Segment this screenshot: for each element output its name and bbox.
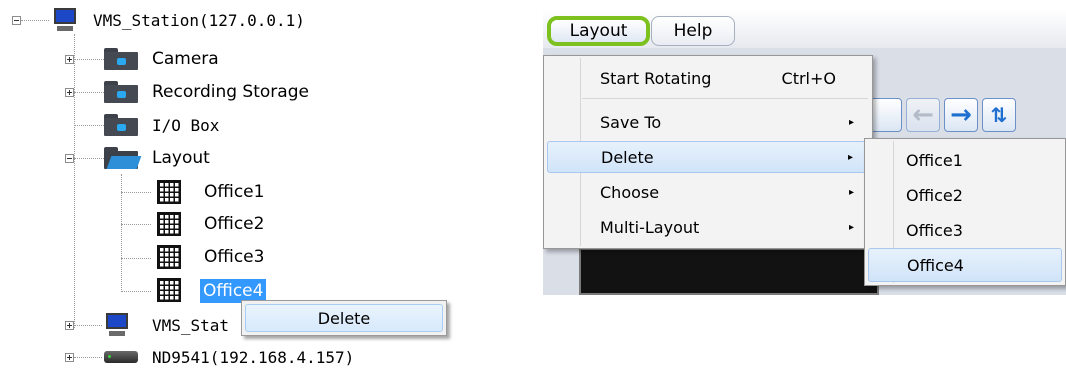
tree-node-label: ND9541(192.168.4.157) [152,347,355,367]
menu-item-label: Delete [601,147,654,167]
expand-icon[interactable] [65,55,74,64]
tree-connector [121,291,151,292]
submenu-item-label: Office4 [907,255,964,275]
collapse-icon[interactable] [65,154,74,163]
layout-grid-icon [157,278,181,302]
submenu-item-label: Office2 [906,185,963,205]
back-button[interactable]: ← [906,98,940,132]
camera-folder-icon [104,48,138,70]
collapse-icon[interactable] [12,16,21,25]
menu-item-multi-layout[interactable]: Multi-Layout ▸ [547,211,869,243]
submenu-item-office4[interactable]: Office4 [868,248,1062,282]
layout-toolbar-button[interactable] [868,98,902,132]
tree-node-label: I/O Box [152,115,220,135]
swap-button[interactable]: ⇅ [982,98,1016,132]
submenu-item-office3[interactable]: Office3 [868,213,1062,247]
tree-node-label: Camera [152,49,219,69]
tree-node-io-box[interactable]: I/O Box [152,110,219,140]
tree-connector [121,192,151,193]
tree-node-label: Office1 [204,182,265,202]
tree-context-menu: Delete [241,300,447,336]
tree-node-office3[interactable]: Office3 [204,242,264,272]
menu-separator [582,98,868,99]
tree-connector [74,357,102,358]
submenu-arrow-icon: ▸ [848,116,854,128]
tree-node-office2[interactable]: Office2 [204,209,264,239]
menu-layout[interactable]: Layout [547,16,650,46]
menu-item-save-to[interactable]: Save To ▸ [547,106,869,138]
menu-item-choose[interactable]: Choose ▸ [547,176,869,208]
tree-node-label: Office3 [204,247,265,267]
submenu-item-label: Office3 [906,220,963,240]
layout-grid-icon [157,180,181,204]
swap-icon: ⇅ [990,103,1008,127]
tree-connector [21,20,49,21]
storage-folder-icon [104,81,138,103]
tree-node-root[interactable]: VMS_Station(127.0.0.1) [93,5,305,35]
menu-item-start-rotating[interactable]: Start Rotating Ctrl+O [547,62,869,94]
menu-help-label: Help [673,21,713,41]
menu-item-label: Save To [600,112,662,132]
menu-bar: Layout Help [543,10,1066,48]
submenu-arrow-icon: ▸ [848,186,854,198]
nvr-device-icon [104,351,138,363]
menu-item-label: Start Rotating [600,68,712,88]
tree-node-nvr[interactable]: ND9541(192.168.4.157) [152,342,354,372]
monitor-icon [104,312,130,338]
layout-grid-icon [157,245,181,269]
submenu-arrow-icon: ▸ [848,221,854,233]
menu-layout-label: Layout [569,21,628,41]
submenu-item-office2[interactable]: Office2 [868,178,1062,212]
tree-connector [74,325,102,326]
submenu-item-office1[interactable]: Office1 [868,143,1062,177]
tree-node-label: Recording Storage [152,82,309,102]
open-folder-icon [104,147,142,169]
tree-node-station2[interactable]: VMS_Stat [152,310,229,340]
tree-node-label: Office2 [204,214,265,234]
expand-icon[interactable] [65,321,74,330]
tree-node-label: VMS_Station(127.0.0.1) [93,10,305,30]
monitor-icon [52,7,78,33]
tree-node-label: Layout [152,148,210,168]
tree-node-label: VMS_Stat [152,315,230,335]
forward-arrow-icon: → [950,100,972,130]
tree-node-layout[interactable]: Layout [152,143,210,173]
context-delete-item[interactable]: Delete [245,304,443,332]
expand-icon[interactable] [65,353,74,362]
back-arrow-icon: ← [912,100,934,130]
tree-connector [121,224,151,225]
tree-node-camera[interactable]: Camera [152,44,219,74]
tree-connector [121,258,151,259]
tree-node-office1[interactable]: Office1 [204,177,264,207]
video-viewer [579,248,879,295]
menu-item-delete[interactable]: Delete ▸ [547,141,869,173]
tree-connector [74,34,75,328]
io-box-folder-icon [104,114,138,136]
menu-item-label: Multi-Layout [600,217,700,237]
layout-grid-icon [157,212,181,236]
forward-button[interactable]: → [944,98,978,132]
delete-submenu: Office1 Office2 Office3 Office4 [864,138,1066,286]
menu-help[interactable]: Help [651,16,735,46]
expand-icon[interactable] [65,88,74,97]
tree-node-recording-storage[interactable]: Recording Storage [152,77,309,107]
submenu-arrow-icon: ▸ [847,151,853,163]
menu-item-label: Choose [600,182,660,202]
context-delete-label: Delete [317,308,371,328]
menu-item-shortcut: Ctrl+O [781,68,836,88]
submenu-item-label: Office1 [906,150,963,170]
layout-dropdown-menu: Start Rotating Ctrl+O Save To ▸ Delete ▸… [543,55,873,249]
device-tree: VMS_Station(127.0.0.1) Camera Recording … [0,0,520,367]
